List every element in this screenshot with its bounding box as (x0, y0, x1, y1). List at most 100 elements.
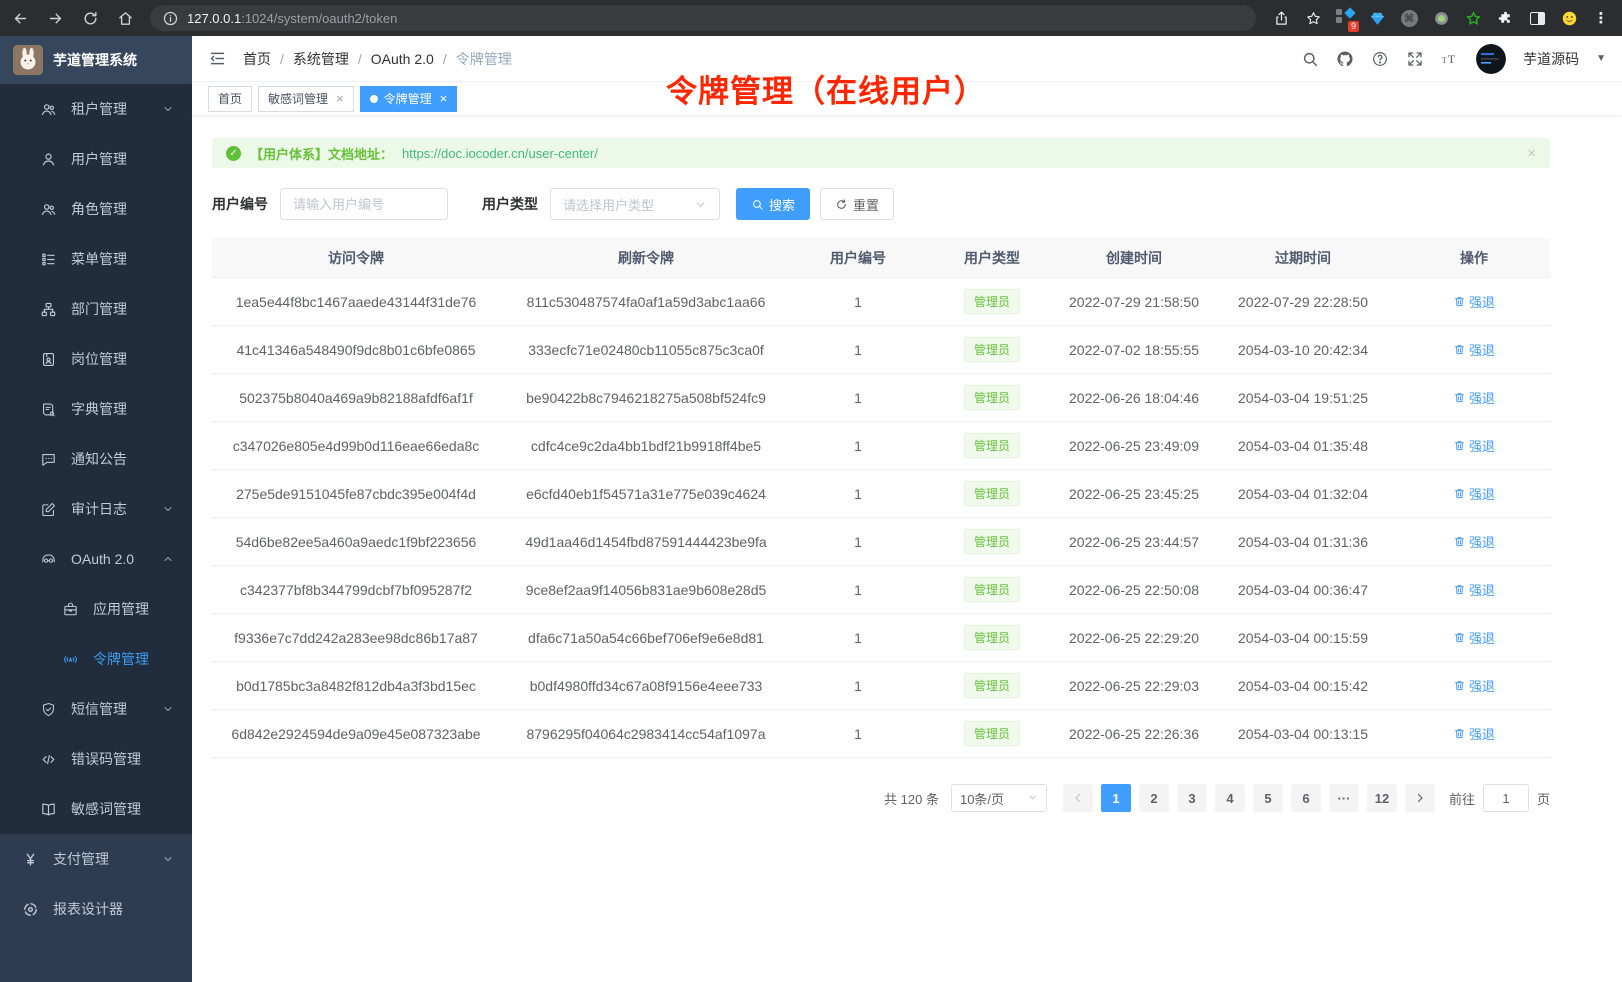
github-icon[interactable] (1336, 50, 1354, 68)
extensions-grid-icon[interactable]: 9 (1336, 9, 1354, 27)
force-logout-button[interactable]: 强退 (1453, 484, 1495, 503)
sidebar-item-dict-management[interactable]: 字典管理 (0, 384, 192, 434)
page-button-4[interactable]: 4 (1215, 784, 1245, 812)
page-button-5[interactable]: 5 (1253, 784, 1283, 812)
force-logout-button[interactable]: 强退 (1453, 292, 1495, 311)
sidebar-item-post-management[interactable]: 岗位管理 (0, 334, 192, 384)
page-button-12[interactable]: 12 (1367, 784, 1397, 812)
question-icon[interactable] (1371, 50, 1389, 68)
sidebar-item-tenant-management[interactable]: 租户管理 (0, 84, 192, 134)
page-button-3[interactable]: 3 (1177, 784, 1207, 812)
tag-敏感词管理[interactable]: 敏感词管理× (258, 86, 354, 112)
split-view-icon[interactable] (1528, 9, 1546, 27)
menu-dots-icon[interactable]: ⋮ (1592, 9, 1610, 27)
success-check-icon: ✓ (226, 146, 241, 161)
sidebar-item-label: 用户管理 (71, 149, 127, 169)
reset-button[interactable]: 重置 (820, 188, 894, 220)
search-icon[interactable] (1301, 50, 1319, 68)
next-page-button[interactable] (1405, 784, 1435, 812)
bookmark-star-icon[interactable] (1304, 9, 1322, 27)
force-logout-button[interactable]: 强退 (1453, 532, 1495, 551)
force-logout-label: 强退 (1469, 532, 1495, 551)
access-token-cell: b0d1785bc3a8482f812db4a3f3bd15ec (212, 678, 500, 694)
sidebar-item-dept-management[interactable]: 部门管理 (0, 284, 192, 334)
page-button-6[interactable]: 6 (1291, 784, 1321, 812)
back-icon[interactable] (12, 10, 29, 27)
sidebar-item-role-management[interactable]: 角色管理 (0, 184, 192, 234)
sidebar-item-label: 部门管理 (71, 299, 127, 319)
sidebar-item-report-designer[interactable]: 报表设计器 (0, 884, 192, 934)
caret-down-icon[interactable]: ▼ (1596, 53, 1606, 64)
record-circle-icon[interactable] (1432, 9, 1450, 27)
user-id-input[interactable] (280, 188, 448, 220)
goto-page-input[interactable] (1483, 784, 1529, 812)
home-icon[interactable] (117, 10, 134, 27)
access-token-cell: 1ea5e44f8bc1467aaede43144f31de76 (212, 294, 500, 310)
chevron-down-icon (1027, 791, 1038, 806)
avatar[interactable] (1476, 44, 1506, 74)
force-logout-button[interactable]: 强退 (1453, 436, 1495, 455)
sidebar-item-label: 通知公告 (71, 449, 127, 469)
fontsize-icon[interactable]: TT (1441, 50, 1459, 68)
breadcrumb-item[interactable]: 首页 (243, 49, 271, 69)
force-logout-button[interactable]: 强退 (1453, 724, 1495, 743)
gem-icon[interactable] (1368, 9, 1386, 27)
page-size-select[interactable]: 10条/页 (951, 784, 1047, 812)
user-type-badge: 管理员 (964, 577, 1020, 602)
sidebar-item-notice-announcement[interactable]: 通知公告 (0, 434, 192, 484)
collapse-sidebar-icon[interactable] (208, 49, 227, 68)
address-bar[interactable]: 127.0.0.1:1024/system/oauth2/token (150, 5, 1256, 31)
sidebar-item-oauth2[interactable]: OAuth 2.0 (0, 534, 192, 584)
force-logout-button[interactable]: 强退 (1453, 340, 1495, 359)
sidebar-item-user-management[interactable]: 用户管理 (0, 134, 192, 184)
tag-close-icon[interactable]: × (440, 91, 448, 106)
tag-令牌管理[interactable]: 令牌管理× (360, 86, 458, 112)
doc-link[interactable]: https://doc.iocoder.cn/user-center/ (402, 146, 598, 161)
sidebar-item-token-management[interactable]: 令牌管理 (0, 634, 192, 684)
table-row: 502375b8040a469a9b82188afdf6af1fbe90422b… (212, 374, 1550, 422)
command-circle-icon[interactable]: ⌘ (1400, 9, 1418, 27)
user-name: 芋道源码 (1523, 49, 1579, 69)
created-time-cell: 2022-06-26 18:04:46 (1060, 390, 1208, 406)
force-logout-button[interactable]: 强退 (1453, 676, 1495, 695)
green-star-icon[interactable] (1464, 9, 1482, 27)
user-type-select[interactable]: 请选择用户类型 (550, 188, 720, 220)
force-logout-button[interactable]: 强退 (1453, 628, 1495, 647)
expire-time-cell: 2054-03-04 01:31:36 (1208, 534, 1398, 550)
pagination-ellipsis[interactable]: ··· (1329, 784, 1359, 812)
access-token-cell: 6d842e2924594de9a09e45e087323abe (212, 726, 500, 742)
sidebar-item-payment-management[interactable]: 支付管理 (0, 834, 192, 884)
breadcrumb-item[interactable]: OAuth 2.0 (371, 51, 434, 67)
sidebar-item-audit-log[interactable]: 审计日志 (0, 484, 192, 534)
alert-close-icon[interactable]: × (1527, 145, 1536, 162)
access-token-cell: 41c41346a548490f9dc8b01c6bfe0865 (212, 342, 500, 358)
puzzle-icon[interactable] (1496, 9, 1514, 27)
sidebar-item-sensitive-word-management[interactable]: 敏感词管理 (0, 784, 192, 834)
breadcrumb-item[interactable]: 系统管理 (293, 49, 349, 69)
page-button-2[interactable]: 2 (1139, 784, 1169, 812)
page-info-icon[interactable] (162, 10, 179, 27)
share-icon[interactable] (1272, 9, 1290, 27)
fullscreen-icon[interactable] (1406, 50, 1424, 68)
sidebar-item-sms-management[interactable]: 短信管理 (0, 684, 192, 734)
user-type-badge: 管理员 (964, 481, 1020, 506)
breadcrumb-separator: / (358, 51, 362, 67)
dict-icon (40, 401, 57, 418)
force-logout-button[interactable]: 强退 (1453, 388, 1495, 407)
sidebar-item-app-management[interactable]: 应用管理 (0, 584, 192, 634)
tag-首页[interactable]: 首页 (208, 86, 252, 112)
page-button-1[interactable]: 1 (1101, 784, 1131, 812)
forward-icon[interactable] (47, 10, 64, 27)
user-type-cell: 管理员 (924, 577, 1060, 602)
sidebar-item-error-code-management[interactable]: 错误码管理 (0, 734, 192, 784)
sidebar-item-menu-management[interactable]: 菜单管理 (0, 234, 192, 284)
emoji-avatar-icon[interactable] (1560, 9, 1578, 27)
prev-page-button[interactable] (1063, 784, 1093, 812)
table-row: f9336e7c7dd242a283ee98dc86b17a87dfa6c71a… (212, 614, 1550, 662)
logo-rabbit-icon (13, 45, 43, 75)
search-button[interactable]: 搜索 (736, 188, 810, 220)
org-icon (40, 301, 57, 318)
reload-icon[interactable] (82, 10, 99, 27)
tag-close-icon[interactable]: × (336, 91, 344, 106)
force-logout-button[interactable]: 强退 (1453, 580, 1495, 599)
